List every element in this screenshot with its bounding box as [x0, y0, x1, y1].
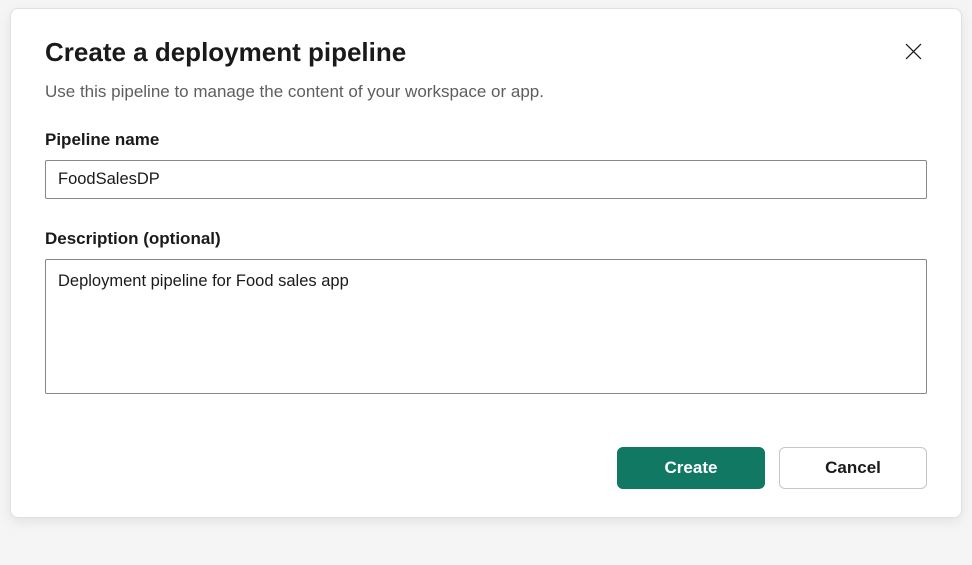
close-button[interactable]: [899, 37, 927, 65]
description-label: Description (optional): [45, 229, 927, 249]
pipeline-name-field-group: Pipeline name: [45, 130, 927, 199]
create-pipeline-dialog: Create a deployment pipeline Use this pi…: [10, 8, 962, 518]
dialog-subtitle: Use this pipeline to manage the content …: [45, 82, 927, 102]
create-button[interactable]: Create: [617, 447, 765, 489]
description-input[interactable]: [45, 259, 927, 394]
pipeline-name-label: Pipeline name: [45, 130, 927, 150]
description-field-group: Description (optional): [45, 229, 927, 399]
dialog-title: Create a deployment pipeline: [45, 37, 406, 68]
cancel-button[interactable]: Cancel: [779, 447, 927, 489]
close-icon: [905, 43, 922, 60]
pipeline-name-input[interactable]: [45, 160, 927, 199]
dialog-header: Create a deployment pipeline: [45, 37, 927, 68]
dialog-actions: Create Cancel: [45, 447, 927, 489]
